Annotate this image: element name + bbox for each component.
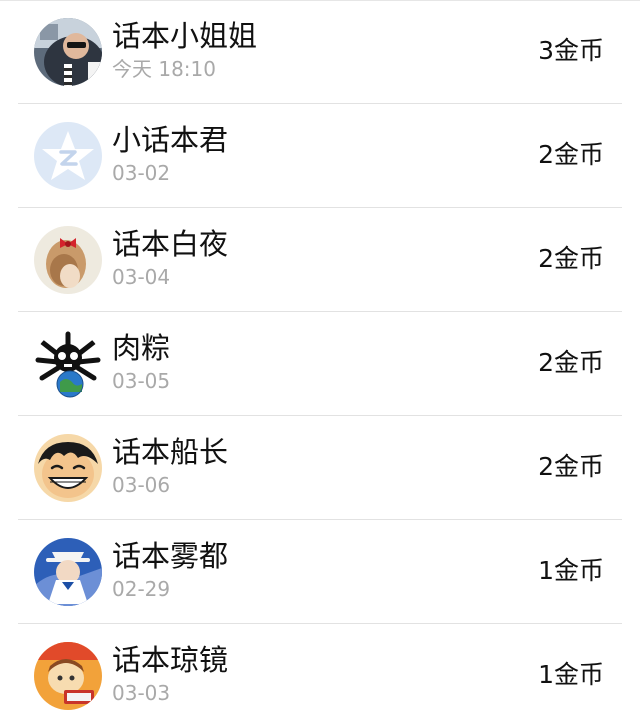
list-item[interactable]: 话本琼镜 03-03 1金币: [0, 624, 640, 728]
list-item[interactable]: 话本雾都 02-29 1金币: [0, 520, 640, 624]
avatar[interactable]: [34, 330, 102, 398]
coin-amount: 2金币: [538, 452, 604, 481]
record-date: 今天 18:10: [112, 57, 216, 81]
list-item[interactable]: 小话本君 03-02 2金币: [0, 104, 640, 208]
user-name: 话本白夜: [112, 227, 229, 261]
record-date: 03-02: [112, 161, 171, 185]
coin-amount: 2金币: [538, 244, 604, 273]
record-date: 03-06: [112, 473, 171, 497]
list-item[interactable]: 话本白夜 03-04 2金币: [0, 208, 640, 312]
user-name: 小话本君: [112, 123, 229, 157]
coin-amount: 2金币: [538, 140, 604, 169]
user-name: 话本琼镜: [112, 643, 229, 677]
avatar[interactable]: [34, 18, 102, 86]
user-name: 话本雾都: [112, 539, 229, 573]
kaito-kid-avatar-icon: [34, 538, 102, 606]
avatar[interactable]: [34, 122, 102, 190]
user-name: 话本小姐姐: [112, 19, 258, 53]
record-date: 03-04: [112, 265, 171, 289]
coin-amount: 2金币: [538, 348, 604, 377]
avatar[interactable]: [34, 226, 102, 294]
photo-man-sunglasses-avatar-icon: [34, 18, 102, 86]
coin-amount: 1金币: [538, 556, 604, 585]
coin-amount: 3金币: [538, 36, 604, 65]
list-item[interactable]: 话本小姐姐 今天 18:10 3金币: [0, 0, 640, 104]
coin-amount: 1金币: [538, 660, 604, 689]
record-date: 02-29: [112, 577, 171, 601]
avatar[interactable]: [34, 642, 102, 710]
list-item[interactable]: 话本船长 03-06 2金币: [0, 416, 640, 520]
orange-cartoon-avatar-icon: [34, 642, 102, 710]
record-date: 03-05: [112, 369, 171, 393]
avatar[interactable]: [34, 434, 102, 502]
girl-red-bow-avatar-icon: [34, 226, 102, 294]
user-name: 肉粽: [112, 331, 171, 365]
list-item[interactable]: 肉粽 03-05 2金币: [0, 312, 640, 416]
user-name: 话本船长: [112, 435, 229, 469]
skull-globe-avatar-icon: [34, 330, 102, 398]
luffy-cartoon-avatar-icon: [34, 434, 102, 502]
record-date: 03-03: [112, 681, 171, 705]
coin-record-list: 话本小姐姐 今天 18:10 3金币 小话本君 03-02 2金币 话本白夜 0…: [0, 0, 640, 724]
avatar[interactable]: [34, 538, 102, 606]
qzone-star-avatar-icon: [34, 122, 102, 190]
